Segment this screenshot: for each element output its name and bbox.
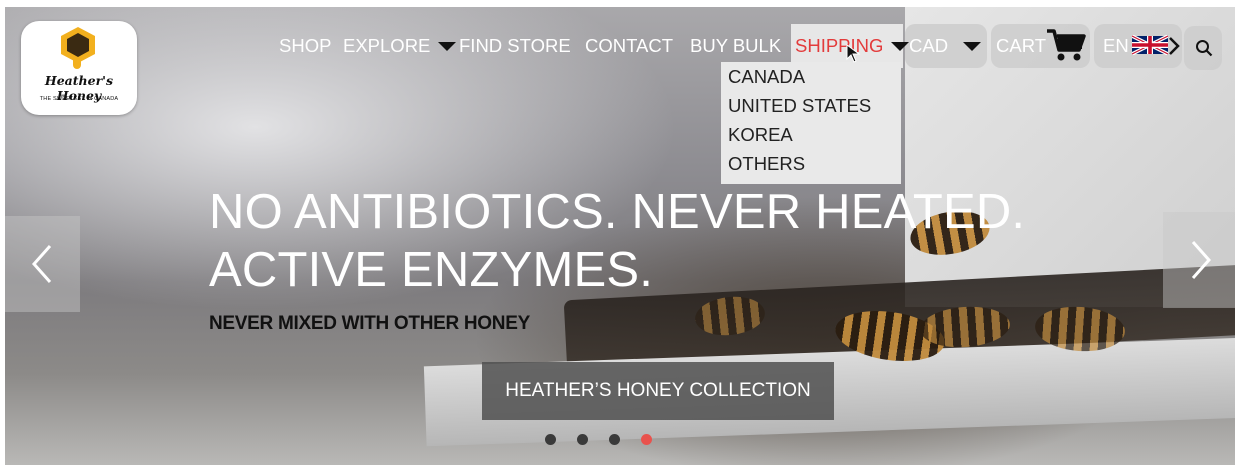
nav-currency[interactable]: CAD [909, 24, 982, 68]
nav-language[interactable]: EN [1103, 24, 1129, 68]
collection-button[interactable]: HEATHER’S HONEY COLLECTION [482, 362, 834, 420]
search-button[interactable] [1184, 26, 1222, 70]
nav-cart[interactable]: CART [996, 24, 1046, 68]
brand-tagline: THE SWEETEST IN CANADA [39, 96, 119, 102]
hero-subtitle: NEVER MIXED WITH OTHER HONEY [209, 313, 530, 334]
nav-buy-bulk-label: BUY BULK [690, 35, 782, 56]
nav-language-label: EN [1103, 35, 1129, 56]
nav-shipping-label: SHIPPING [795, 35, 884, 56]
carousel-dot[interactable] [545, 434, 556, 445]
brand-logo[interactable]: Heather's Honey THE SWEETEST IN CANADA [21, 21, 137, 115]
carousel-dot[interactable] [577, 434, 588, 445]
nav-shop[interactable]: SHOP [279, 24, 331, 68]
shipping-option-canada[interactable]: CANADA [728, 66, 805, 88]
nav-explore[interactable]: EXPLORE [343, 24, 456, 68]
shipping-dropdown: CANADA UNITED STATES KOREA OTHERS [721, 62, 901, 184]
nav-explore-label: EXPLORE [343, 35, 431, 56]
search-icon [1196, 40, 1213, 57]
hero-title-line-1: NO ANTIBIOTICS. NEVER HEATED. [209, 185, 1026, 239]
chevron-right-icon[interactable] [1168, 36, 1180, 56]
nav-cart-label: CART [996, 35, 1047, 56]
hero-title: NO ANTIBIOTICS. NEVER HEATED. ACTIVE ENZ… [209, 183, 1025, 299]
carousel-dot-active[interactable] [641, 434, 652, 445]
caret-down-icon [963, 41, 982, 51]
nav-currency-label: CAD [909, 35, 949, 56]
shipping-option-others[interactable]: OTHERS [728, 153, 805, 175]
nav-shop-label: SHOP [279, 35, 332, 56]
nav-contact-label: CONTACT [585, 35, 674, 56]
shipping-option-united-states[interactable]: UNITED STATES [728, 95, 871, 117]
uk-flag-icon [1132, 35, 1168, 55]
shipping-option-korea[interactable]: KOREA [728, 124, 793, 146]
caret-down-icon [890, 41, 909, 51]
nav-find-store-label: FIND STORE [459, 35, 571, 56]
mouse-pointer-icon [846, 44, 861, 63]
carousel-dot[interactable] [609, 434, 620, 445]
carousel-next-button[interactable] [1163, 212, 1235, 308]
nav-contact[interactable]: CONTACT [585, 24, 673, 68]
chevron-left-icon [31, 245, 52, 283]
honey-drip [73, 57, 81, 69]
chevron-right-icon [1191, 241, 1212, 279]
caret-down-icon [437, 41, 456, 51]
cart-icon[interactable] [1046, 28, 1086, 62]
hero-title-line-2: ACTIVE ENZYMES. [209, 243, 654, 297]
nav-find-store[interactable]: FIND STORE [459, 24, 571, 68]
carousel-prev-button[interactable] [5, 216, 80, 312]
